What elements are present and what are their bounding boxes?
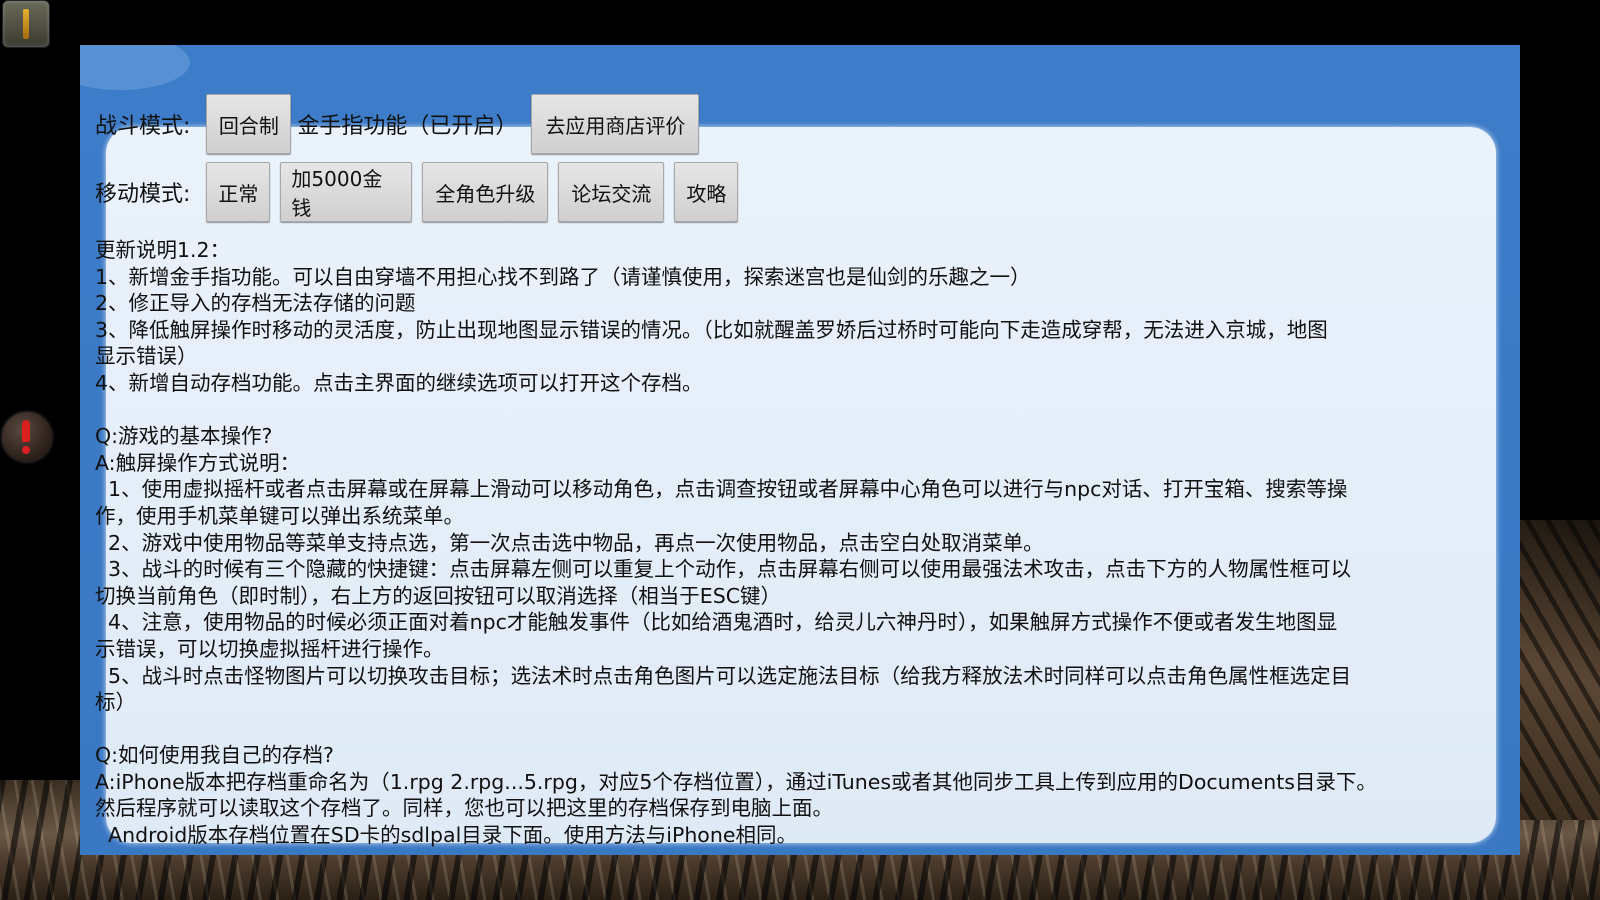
notes-line: 3、降低触屏操作时移动的灵活度，防止出现地图显示错误的情况。（比如就醒盖罗娇后过… xyxy=(95,317,1328,342)
notes-line: 4、新增自动存档功能。点击主界面的继续选项可以打开这个存档。 xyxy=(95,370,703,395)
add-5000-gold-button[interactable]: 加5000金钱 xyxy=(280,162,413,222)
normal-move-button[interactable]: 正常 xyxy=(206,162,271,222)
menu-lever-icon[interactable] xyxy=(2,0,50,48)
notes-line: 2、游戏中使用物品等菜单支持点选，第一次点击选中物品，再点一次使用物品，点击空白… xyxy=(95,530,1044,555)
game-screen: 战斗模式: 回合制 金手指功能（已开启） 去应用商店评价 移动模式: 正常 加5… xyxy=(0,0,1600,900)
notes-line: A:iPhone版本把存档重命名为（1.rpg 2.rpg...5.rpg，对应… xyxy=(95,769,1377,794)
move-mode-label: 移动模式: xyxy=(95,182,191,207)
notes-line: 作，使用手机菜单键可以弹出系统菜单。 xyxy=(95,503,464,528)
guide-button[interactable]: 攻略 xyxy=(674,162,739,222)
notes-line: 示错误，可以切换虚拟摇杆进行操作。 xyxy=(95,636,444,661)
notes-line: 显示错误） xyxy=(95,344,198,369)
level-up-all-button[interactable]: 全角色升级 xyxy=(422,162,549,222)
notes-line: Android版本存档位置在SD卡的sdlpal目录下面。使用方法与iPhone… xyxy=(95,823,797,848)
settings-panel: 战斗模式: 回合制 金手指功能（已开启） 去应用商店评价 移动模式: 正常 加5… xyxy=(80,45,1520,855)
notes-line: 1、使用虚拟摇杆或者点击屏幕或在屏幕上滑动可以移动角色，点击调查按钮或者屏幕中心… xyxy=(95,477,1348,502)
game-scenery-right xyxy=(1510,520,1600,820)
exclamation-icon[interactable] xyxy=(2,412,52,462)
notes-line: 1、新增金手指功能。可以自由穿墙不用担心找不到路了（请谨慎使用，探索迷宫也是仙剑… xyxy=(95,264,1031,289)
notes-line xyxy=(95,397,1485,424)
battle-mode-label: 战斗模式: xyxy=(95,114,191,139)
notes-line: Q:如何使用我自己的存档? xyxy=(95,743,334,768)
notes-line: 标） xyxy=(95,690,136,715)
notes-line: Q:游戏的基本操作? xyxy=(95,424,273,449)
battle-mode-row: 战斗模式: 回合制 金手指功能（已开启） 去应用商店评价 xyxy=(95,94,709,154)
notes-line: 然后程序就可以读取这个存档了。同样，您也可以把这里的存档保存到电脑上面。 xyxy=(95,796,833,821)
notes-line: 切换当前角色（即时制），右上方的返回按钮可以取消选择（相当于ESC键） xyxy=(95,583,782,608)
turn-based-button[interactable]: 回合制 xyxy=(206,94,292,154)
notes-text: 更新说明1.2： 1、新增金手指功能。可以自由穿墙不用担心找不到路了（请谨慎使用… xyxy=(95,237,1485,849)
cheat-status-text: 金手指功能（已开启） xyxy=(297,114,518,139)
forum-button[interactable]: 论坛交流 xyxy=(558,162,665,222)
notes-line: 5、战斗时点击怪物图片可以切换攻击目标；选法术时点击角色图片可以选定施法目标（给… xyxy=(95,663,1352,688)
move-mode-row: 移动模式: 正常 加5000金钱 全角色升级 论坛交流 攻略 xyxy=(95,162,748,222)
notes-line: 3、战斗的时候有三个隐藏的快捷键：点击屏幕左侧可以重复上个动作，点击屏幕右侧可以… xyxy=(95,557,1352,582)
panel-content: 战斗模式: 回合制 金手指功能（已开启） 去应用商店评价 移动模式: 正常 加5… xyxy=(95,45,1515,855)
notes-line: 2、修正导入的存档无法存储的问题 xyxy=(95,291,416,316)
notes-line: 更新说明1.2： xyxy=(95,238,231,262)
notes-line xyxy=(95,716,1485,743)
notes-line: 4、注意，使用物品的时候必须正面对着npc才能触发事件（比如给酒鬼酒时，给灵儿六… xyxy=(95,610,1338,635)
notes-line: A:触屏操作方式说明： xyxy=(95,450,301,475)
rate-app-store-button[interactable]: 去应用商店评价 xyxy=(531,94,700,154)
